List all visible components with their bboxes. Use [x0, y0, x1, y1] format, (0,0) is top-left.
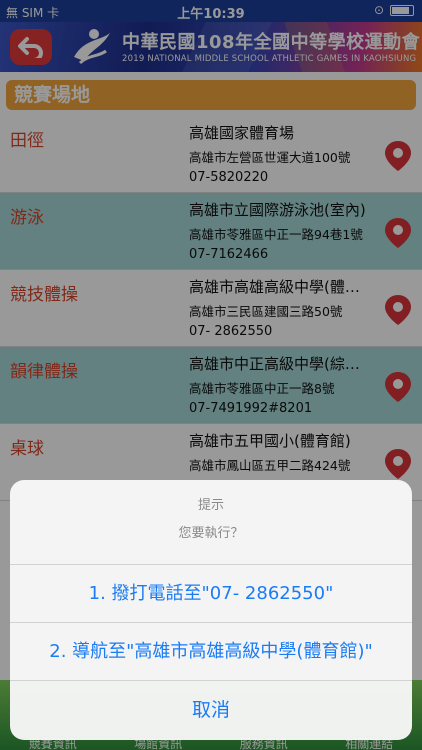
action-sheet-title: 提示 — [197, 498, 224, 513]
cancel-button[interactable]: 取消 — [10, 680, 412, 738]
action-sheet: 提示 您要執行？ 1. 撥打電話至"07- 2862550" 2. 導航至"高雄… — [10, 480, 412, 740]
navigate-button[interactable]: 2. 導航至"高雄市高雄高級中學(體育館)" — [10, 622, 412, 680]
action-sheet-message: 您要執行？ — [178, 526, 244, 541]
call-phone-button[interactable]: 1. 撥打電話至"07- 2862550" — [10, 564, 412, 622]
